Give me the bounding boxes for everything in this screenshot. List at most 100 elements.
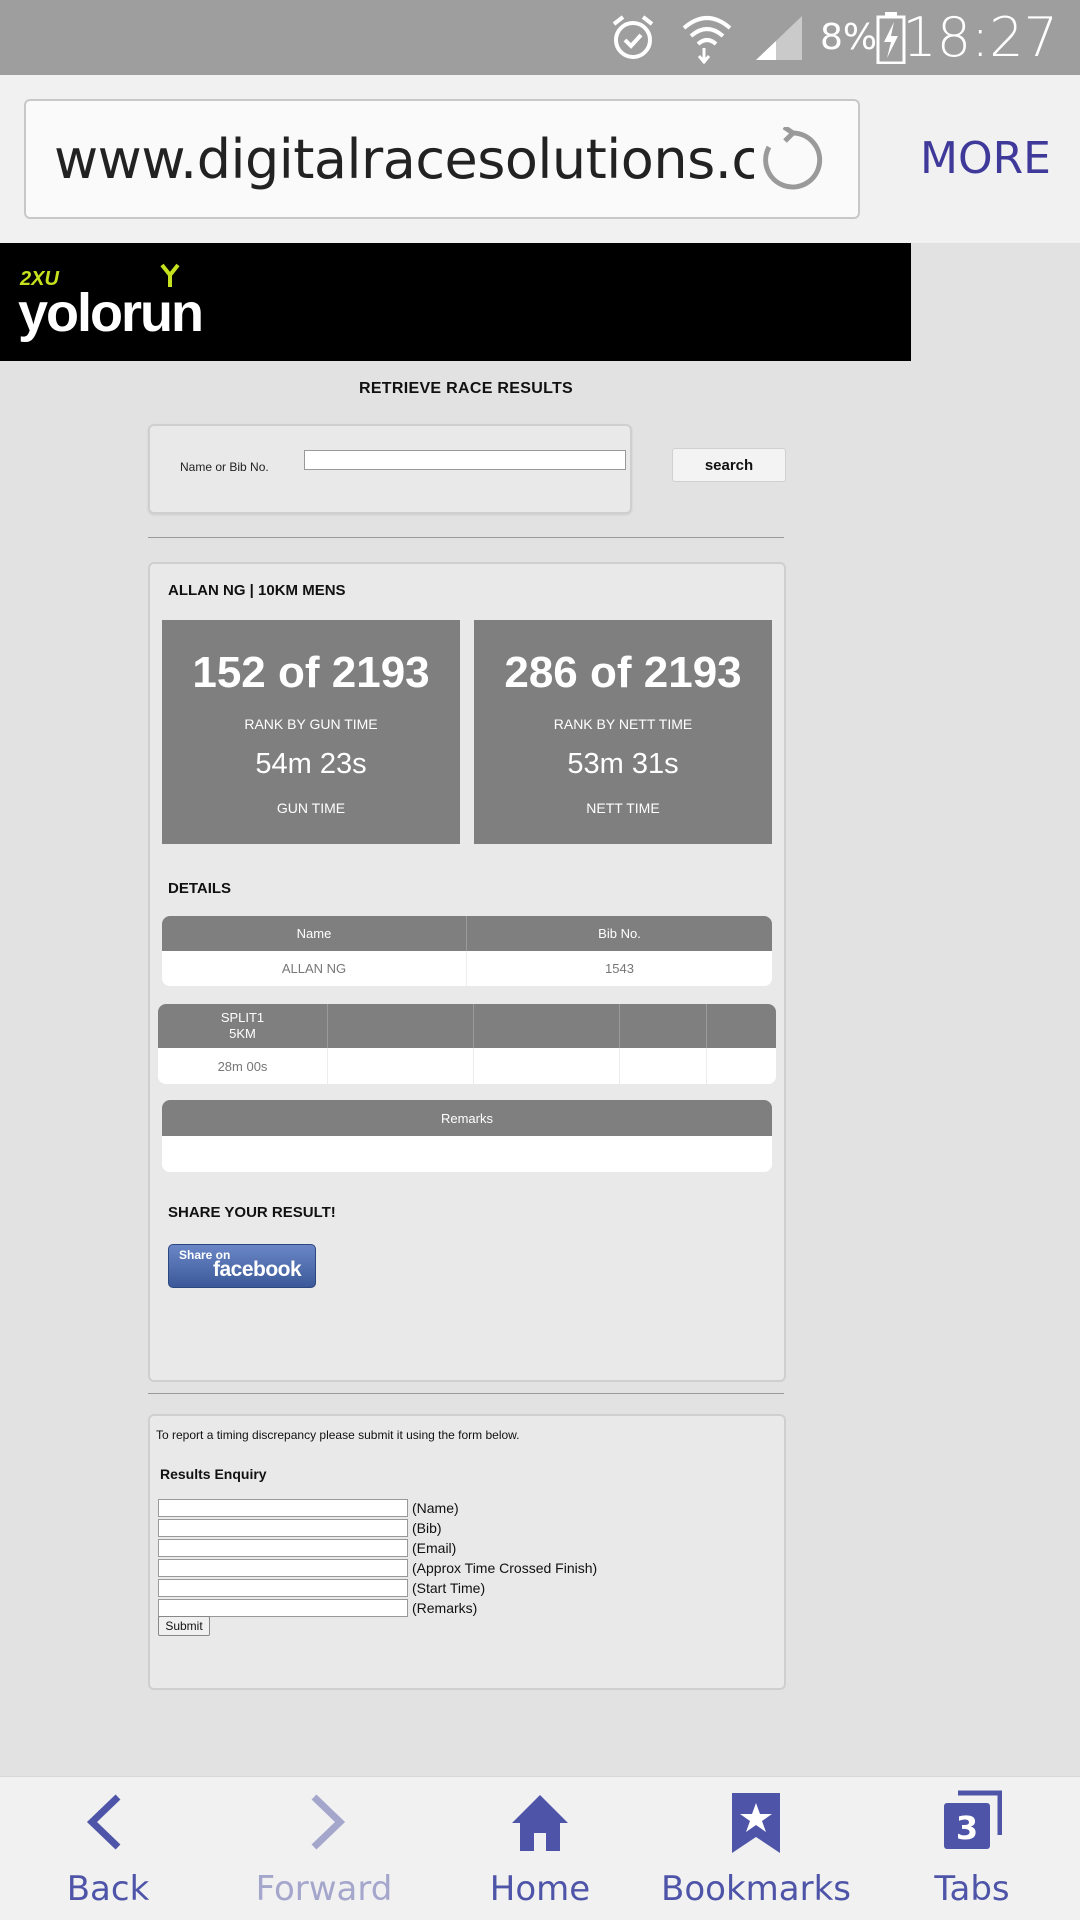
enquiry-start-row: (Start Time) [158, 1578, 485, 1598]
enquiry-bib-row: (Bib) [158, 1518, 442, 1538]
enquiry-remarks-label: (Remarks) [412, 1600, 478, 1616]
enquiry-panel: To report a timing discrepancy please su… [148, 1414, 786, 1690]
enquiry-remarks-row: (Remarks) [158, 1598, 477, 1618]
enquiry-start-input[interactable] [158, 1579, 408, 1597]
site-header: 2XU yolorun [0, 243, 911, 361]
enquiry-remarks-input[interactable] [158, 1599, 408, 1617]
forward-label: Forward [255, 1869, 393, 1909]
details-title: DETAILS [168, 880, 232, 897]
remarks-header: Remarks [440, 1110, 493, 1126]
home-icon [512, 1795, 568, 1851]
url-field[interactable]: www.digitalracesolutions.c [24, 99, 860, 219]
back-label: Back [66, 1869, 150, 1909]
divider [148, 537, 784, 538]
chevron-right-icon [311, 1794, 346, 1850]
enquiry-start-label: (Start Time) [412, 1580, 486, 1596]
more-button[interactable]: MORE [920, 133, 1051, 184]
gun-time-label: GUN TIME [276, 800, 346, 816]
remarks-table: Remarks [162, 1100, 772, 1172]
splits-header-empty [620, 1004, 707, 1048]
url-text[interactable]: www.digitalracesolutions.c [54, 101, 754, 217]
table-row: 28m 00s [158, 1048, 776, 1084]
signal-icon [756, 16, 802, 60]
facebook-share-button[interactable]: Share on facebook [168, 1244, 316, 1288]
reload-icon[interactable] [760, 127, 826, 193]
search-label: Name or Bib No. [180, 460, 269, 474]
split1-value: 28m 00s [158, 1048, 328, 1084]
nett-time-label: NETT TIME [586, 800, 660, 816]
tabs-button[interactable]: 3 Tabs [864, 1777, 1080, 1920]
page-title: RETRIEVE RACE RESULTS [358, 380, 574, 397]
chevron-left-icon [86, 1794, 121, 1850]
browser-toolbar: www.digitalracesolutions.c MORE [0, 75, 1080, 243]
search-button[interactable]: search [672, 448, 786, 482]
split1-header: SPLIT1 5KM [158, 1004, 328, 1048]
enquiry-email-row: (Email) [158, 1538, 456, 1558]
search-panel: Name or Bib No. [148, 424, 632, 514]
splits-cell-empty [620, 1048, 707, 1084]
splits-cell-empty [328, 1048, 474, 1084]
bookmarks-label: Bookmarks [661, 1869, 851, 1909]
details-table: Name Bib No. ALLAN NG 1543 [162, 916, 772, 986]
bookmarks-button[interactable]: Bookmarks [648, 1777, 864, 1920]
alarm-icon [612, 15, 654, 59]
clock: 18:27 [902, 6, 1058, 69]
facebook-share-main: facebook [213, 1258, 302, 1281]
details-header-bib: Bib No. [598, 926, 641, 941]
home-button[interactable]: Home [432, 1777, 648, 1920]
bookmark-star-icon [732, 1793, 780, 1853]
home-label: Home [489, 1869, 591, 1909]
enquiry-title: Results Enquiry [160, 1466, 267, 1482]
status-bar: 8% 18:27 [0, 0, 1080, 75]
tabs-icon: 3 [944, 1790, 1002, 1849]
nett-rank-box: 286 of 2193 RANK BY NETT TIME 53m 31s NE… [474, 620, 772, 844]
svg-text:yolorun: yolorun [18, 283, 202, 343]
enquiry-email-label: (Email) [412, 1540, 457, 1556]
enquiry-submit-button[interactable]: Submit [158, 1616, 210, 1636]
splits-header-empty [707, 1004, 776, 1048]
enquiry-note: To report a timing discrepancy please su… [156, 1428, 520, 1442]
splits-header-empty [474, 1004, 620, 1048]
enquiry-bib-input[interactable] [158, 1519, 408, 1537]
gun-rank-box: 152 of 2193 RANK BY GUN TIME 54m 23s GUN… [162, 620, 460, 844]
details-cell-bib: 1543 [605, 961, 634, 976]
gun-time: 54m 23s [255, 748, 367, 780]
enquiry-name-label: (Name) [412, 1500, 459, 1516]
divider [148, 1393, 784, 1394]
wifi-icon [682, 16, 732, 64]
back-button[interactable]: Back [0, 1777, 216, 1920]
split1-distance: 5KM [229, 1026, 256, 1041]
nett-rank: 286 of 2193 [504, 648, 742, 697]
battery-percent: 8% [820, 17, 878, 58]
enquiry-finish-row: (Approx Time Crossed Finish) [158, 1558, 597, 1578]
forward-button[interactable]: Forward [216, 1777, 432, 1920]
enquiry-finish-input[interactable] [158, 1559, 408, 1577]
tab-count: 3 [956, 1809, 978, 1847]
nett-time: 53m 31s [567, 748, 679, 780]
gun-rank-label: RANK BY GUN TIME [244, 716, 378, 732]
enquiry-finish-label: (Approx Time Crossed Finish) [412, 1560, 598, 1576]
athlete-heading: ALLAN NG | 10KM MENS [168, 582, 346, 599]
splits-header-empty [328, 1004, 474, 1048]
table-row: ALLAN NG 1543 [162, 951, 772, 986]
details-cell-name: ALLAN NG [162, 951, 467, 986]
gun-rank: 152 of 2193 [192, 648, 430, 697]
splits-table: SPLIT1 5KM 28m 00s [158, 1004, 776, 1084]
nett-rank-label: RANK BY NETT TIME [553, 716, 693, 732]
enquiry-email-input[interactable] [158, 1539, 408, 1557]
results-panel: ALLAN NG | 10KM MENS 152 of 2193 RANK BY… [148, 562, 786, 1382]
details-header-name: Name [162, 916, 467, 951]
splits-cell-empty [707, 1048, 776, 1084]
share-title: SHARE YOUR RESULT! [168, 1204, 336, 1221]
split1-label: SPLIT1 [220, 1010, 265, 1025]
table-row [162, 1136, 772, 1172]
remarks-value [162, 1136, 772, 1172]
search-input[interactable] [304, 450, 626, 470]
enquiry-name-row: (Name) [158, 1498, 459, 1518]
tabs-label: Tabs [934, 1869, 1010, 1909]
browser-bottom-toolbar: Back Forward Home Bookmarks 3 Tabs [0, 1776, 1080, 1920]
splits-cell-empty [474, 1048, 620, 1084]
enquiry-bib-label: (Bib) [412, 1520, 442, 1536]
yolorun-logo[interactable]: 2XU yolorun [18, 259, 228, 345]
enquiry-name-input[interactable] [158, 1499, 408, 1517]
